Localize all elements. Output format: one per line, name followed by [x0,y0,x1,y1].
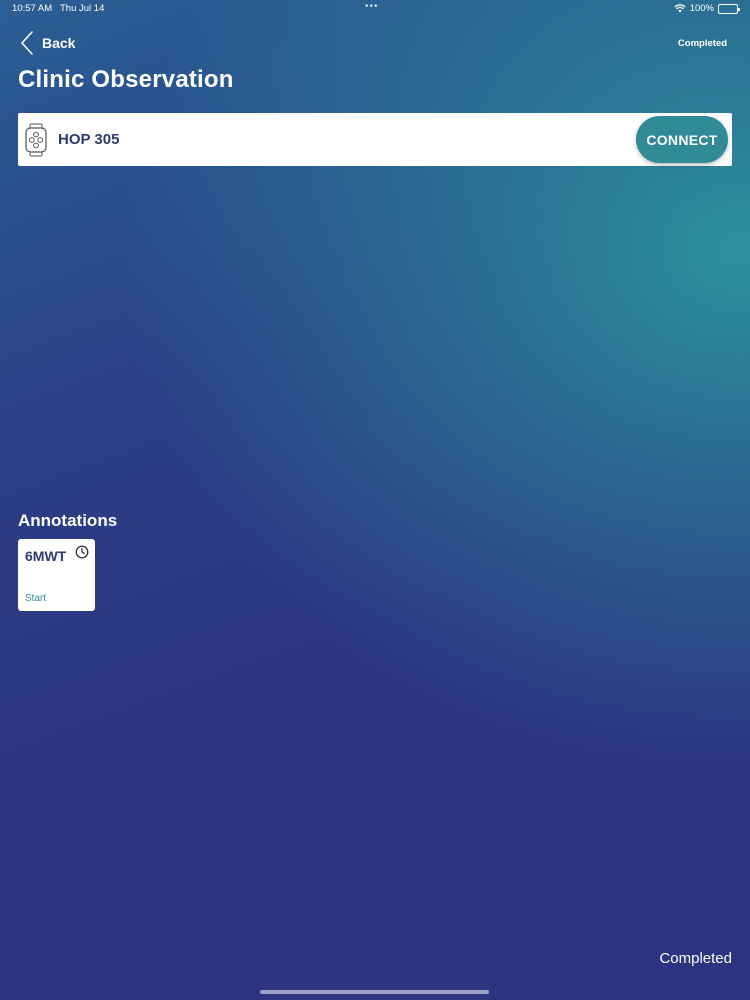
connect-button[interactable]: CONNECT [636,116,728,163]
annotations-title: Annotations [18,511,118,530]
footer-status: Completed [659,950,732,967]
battery-icon [718,3,740,14]
wifi-icon [674,4,686,13]
device-card: HOP 305 CONNECT [18,113,732,166]
device-name: HOP 305 [58,131,120,148]
back-label: Back [42,35,76,51]
status-right: 100% [674,3,740,14]
chevron-left-icon [21,31,33,55]
ellipsis-icon[interactable]: ••• [365,1,379,12]
home-indicator[interactable] [260,990,489,994]
smartwatch-icon [25,123,47,156]
annotation-start-link[interactable]: Start [25,593,46,604]
status-bar: 10:57 AM Thu Jul 14 ••• 100% [0,0,750,18]
clock-icon [75,545,89,559]
back-button[interactable]: Back [20,31,75,55]
annotation-name: 6MWT [25,548,67,564]
status-date: Thu Jul 14 [60,3,105,14]
header-status: Completed [677,38,727,49]
annotation-card-6mwt[interactable]: 6MWT Start [18,539,95,611]
battery-percent: 100% [689,3,714,14]
status-time: 10:57 AM [12,3,53,14]
page-title: Clinic Observation [18,66,234,93]
